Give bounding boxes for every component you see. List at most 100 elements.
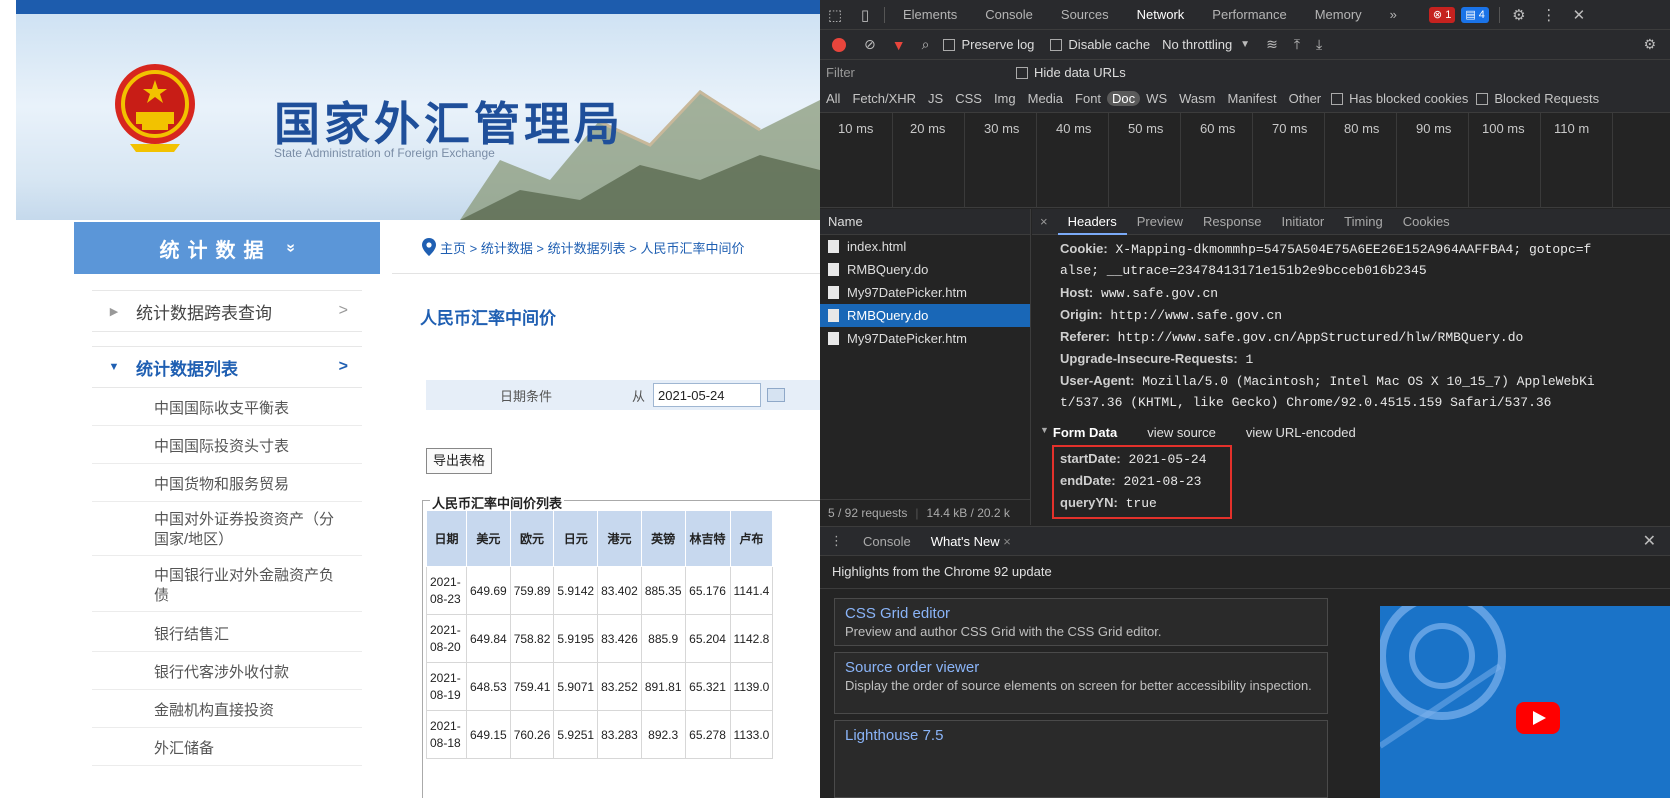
rate-cell: 65.321 [684, 662, 731, 711]
highlight-box [1052, 445, 1232, 519]
record-icon[interactable] [832, 37, 846, 52]
tab-headers[interactable]: Headers [1057, 209, 1127, 235]
request-row-selected[interactable]: RMBQuery.do [820, 304, 1030, 327]
tab-sources[interactable]: Sources [1047, 0, 1123, 30]
preserve-log-checkbox[interactable] [943, 38, 956, 51]
tab-response[interactable]: Response [1193, 209, 1272, 235]
sidebar-subitem[interactable]: 中国国际收支平衡表 [92, 390, 362, 426]
filter-input[interactable]: Filter [826, 65, 1016, 80]
feature-card[interactable]: CSS Grid editor Preview and author CSS G… [834, 598, 1328, 646]
request-row[interactable]: My97DatePicker.htm [820, 281, 1030, 304]
sidebar-subitem[interactable]: 银行结售汇 [92, 616, 362, 652]
date-day: 08-23 [430, 591, 461, 606]
more-tabs-button[interactable]: » [1376, 0, 1411, 30]
type-wasm[interactable]: Wasm [1173, 91, 1221, 106]
sidebar-subitem[interactable]: 外汇储备 [92, 730, 362, 766]
sidebar-header[interactable]: 统计数据 » [74, 222, 380, 274]
export-table-button[interactable]: 导出表格 [426, 448, 493, 474]
header-line: t/537.36 (KHTML, like Gecko) Chrome/92.0… [1060, 395, 1551, 410]
type-doc[interactable]: Doc [1107, 91, 1141, 106]
sidebar-subitem[interactable]: 中国国际投资头寸表 [92, 428, 362, 464]
whats-new-video[interactable] [1380, 606, 1670, 798]
sidebar-subitem[interactable]: 中国货物和服务贸易 [92, 466, 362, 502]
close-tab-icon[interactable]: × [1003, 534, 1011, 549]
sidebar-item-data-list[interactable]: ▼ 统计数据列表 > [92, 346, 362, 388]
from-label: 从 [632, 388, 646, 404]
close-detail-icon[interactable]: × [1040, 214, 1048, 229]
filter-bar: Filter Hide data URLs [820, 60, 1670, 85]
export-har-icon[interactable]: ⤓ [1316, 36, 1322, 53]
clear-icon[interactable]: ⊘ [864, 36, 876, 53]
type-font[interactable]: Font [1069, 91, 1107, 106]
feature-card[interactable]: Source order viewer Display the order of… [834, 652, 1328, 714]
tab-initiator[interactable]: Initiator [1272, 209, 1335, 235]
request-row[interactable]: index.html [820, 235, 1030, 258]
sidebar-subitem[interactable]: 中国银行业对外金融资产负债 [92, 560, 362, 612]
inspect-element-icon[interactable]: ⬚ [820, 6, 850, 24]
sidebar-subitem[interactable]: 中国对外证券投资资产（分国家/地区） [92, 504, 362, 556]
tab-timing[interactable]: Timing [1334, 209, 1393, 235]
throttling-select[interactable]: No throttling [1162, 37, 1232, 52]
type-ws[interactable]: WS [1140, 91, 1173, 106]
timeline-tick-label: 80 ms [1344, 121, 1380, 136]
divider [884, 6, 885, 23]
drawer-menu-icon[interactable]: ⋮ [830, 533, 843, 549]
feature-card[interactable]: Lighthouse 7.5 [834, 720, 1328, 798]
kebab-menu-icon[interactable]: ⋮ [1534, 6, 1564, 24]
network-timeline[interactable]: 10 ms 20 ms 30 ms 40 ms 50 ms 60 ms 70 m… [820, 113, 1670, 208]
request-row[interactable]: My97DatePicker.htm [820, 327, 1030, 350]
blocked-requests-checkbox[interactable] [1476, 92, 1489, 105]
form-data-section-header[interactable]: ▼ Form Data view source view URL-encoded [1040, 425, 1356, 440]
close-icon[interactable]: ✕ [1564, 6, 1594, 24]
type-js[interactable]: JS [922, 91, 949, 106]
drawer-tabbar: ⋮ Console What's New × ✕ [820, 526, 1670, 556]
hide-data-urls-checkbox[interactable] [1016, 66, 1028, 79]
search-icon[interactable]: ⌕ [922, 36, 930, 53]
tab-performance[interactable]: Performance [1198, 0, 1300, 30]
breadcrumb-text[interactable]: 主页 > 统计数据 > 统计数据列表 > 人民币汇率中间价 [440, 238, 744, 257]
start-date-input[interactable] [653, 383, 762, 407]
sidebar-subitem[interactable]: 金融机构直接投资 [92, 692, 362, 728]
sidebar-item-cross-table-query[interactable]: ▶ 统计数据跨表查询 > [92, 290, 362, 332]
view-url-encoded-link[interactable]: view URL-encoded [1246, 425, 1356, 440]
youtube-play-icon[interactable] [1516, 702, 1560, 734]
has-blocked-cookies-checkbox[interactable] [1331, 92, 1344, 105]
type-all[interactable]: All [820, 91, 846, 106]
sidebar-subitem[interactable]: 银行代客涉外收付款 [92, 654, 362, 690]
error-count-badge[interactable]: ⊗ 1 [1428, 6, 1456, 23]
drawer-tab-whats-new[interactable]: What's New × [921, 534, 1021, 549]
type-media[interactable]: Media [1022, 91, 1069, 106]
type-manifest[interactable]: Manifest [1221, 91, 1282, 106]
info-count-badge[interactable]: ▤ 4 [1461, 6, 1489, 23]
tab-network[interactable]: Network [1123, 0, 1199, 30]
drawer-tab-console[interactable]: Console [853, 534, 921, 549]
filter-icon[interactable]: ▼ [892, 37, 906, 53]
type-img[interactable]: Img [988, 91, 1022, 106]
rate-cell: 649.69 [466, 566, 511, 615]
dropdown-caret-icon[interactable]: ▼ [1240, 39, 1250, 50]
type-css[interactable]: CSS [949, 91, 988, 106]
table-header-row: 日期 美元 欧元 日元 港元 英镑 林吉特 卢布 [426, 510, 774, 567]
calendar-icon[interactable] [767, 388, 786, 402]
gear-icon[interactable]: ⚙ [1504, 6, 1534, 24]
tab-memory[interactable]: Memory [1301, 0, 1376, 30]
disable-cache-checkbox[interactable] [1050, 38, 1063, 51]
name-column-header[interactable]: Name [820, 209, 1030, 235]
tab-elements[interactable]: Elements [889, 0, 971, 30]
type-other[interactable]: Other [1283, 91, 1328, 106]
close-drawer-icon[interactable]: ✕ [1643, 531, 1656, 551]
tab-preview[interactable]: Preview [1127, 209, 1193, 235]
request-row[interactable]: RMBQuery.do [820, 258, 1030, 281]
type-fetch-xhr[interactable]: Fetch/XHR [846, 91, 922, 106]
rate-cell: 892.3 [640, 710, 686, 759]
tab-cookies[interactable]: Cookies [1393, 209, 1460, 235]
import-har-icon[interactable]: ⤒ [1294, 36, 1300, 53]
network-settings-icon[interactable]: ⚙ [1643, 36, 1656, 53]
tab-console[interactable]: Console [971, 0, 1047, 30]
timeline-gridline [1612, 113, 1613, 208]
header-line: Origin: http://www.safe.gov.cn [1060, 307, 1282, 323]
wifi-conditions-icon[interactable]: ≋ [1266, 36, 1278, 53]
header-key: Cookie: [1060, 241, 1108, 256]
device-toolbar-icon[interactable]: ▯ [850, 6, 880, 24]
view-source-link[interactable]: view source [1147, 425, 1216, 440]
